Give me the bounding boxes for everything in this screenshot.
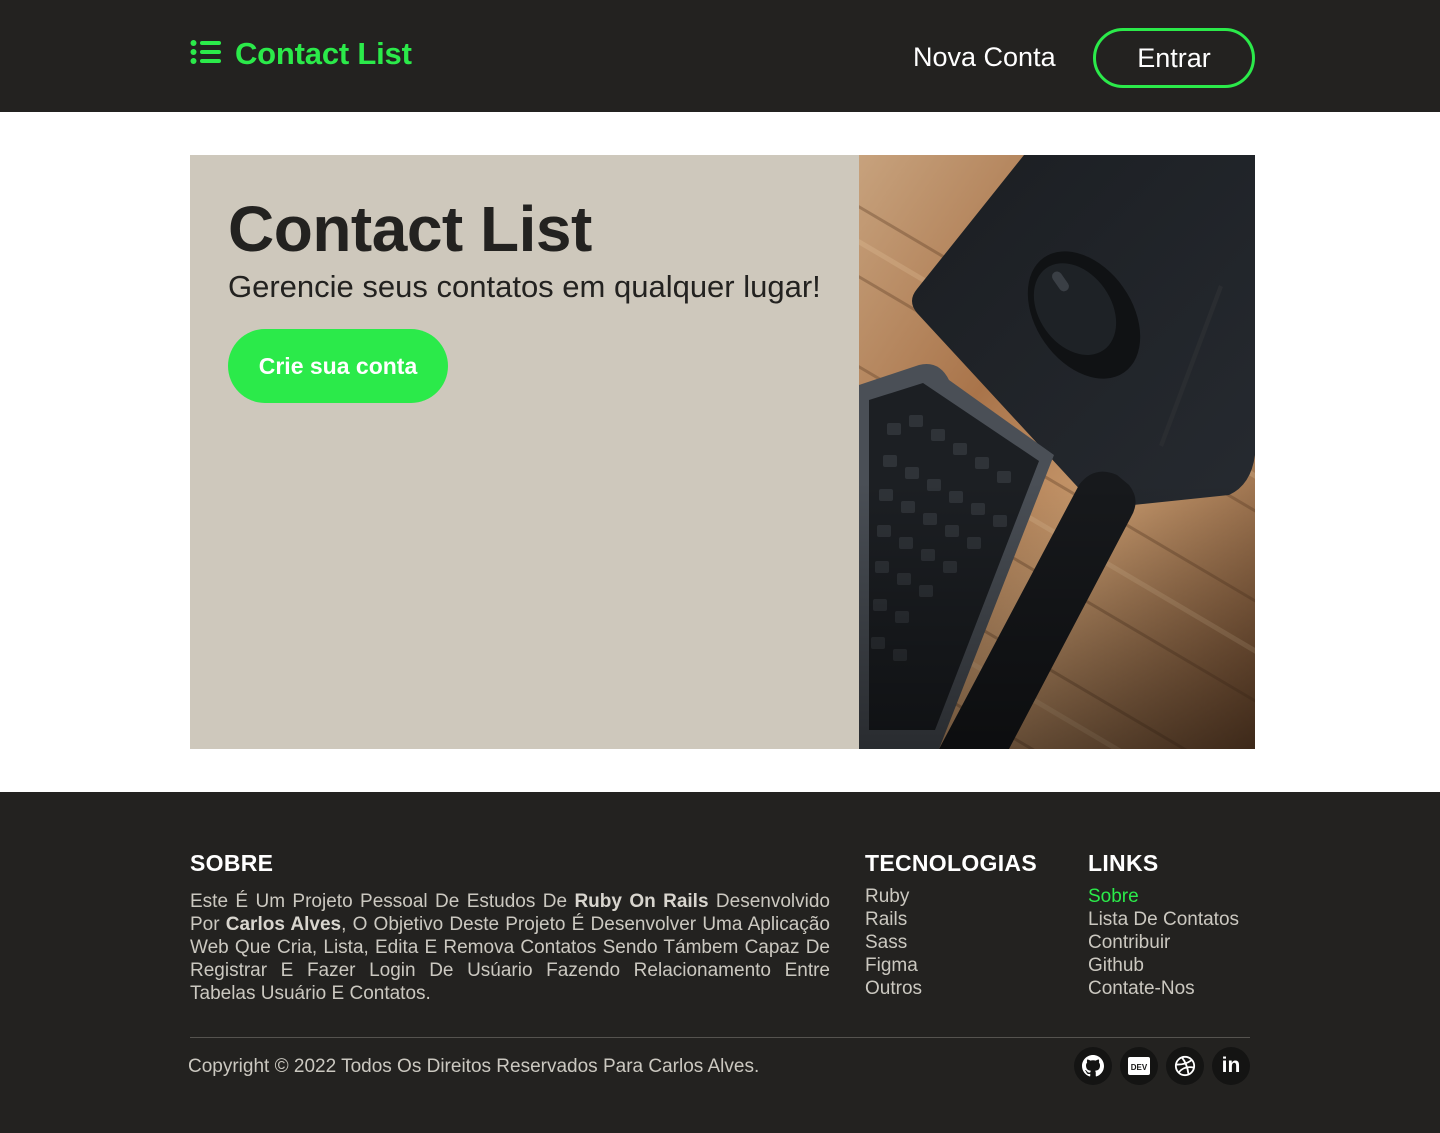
about-bold-tech: Ruby On Rails [574, 891, 709, 912]
footer-divider [190, 1037, 1250, 1038]
linkedin-icon[interactable]: in [1212, 1047, 1250, 1085]
tech-item-sass[interactable]: Sass [865, 931, 922, 954]
tech-item-rails[interactable]: Rails [865, 908, 922, 931]
brand-name: Contact List [235, 36, 412, 71]
links-heading: LINKS [1088, 850, 1159, 876]
link-lista-contatos[interactable]: Lista De Contatos [1088, 908, 1239, 931]
links-list: Sobre Lista De Contatos Contribuir Githu… [1088, 885, 1239, 1000]
about-bold-author: Carlos Alves [225, 914, 342, 935]
login-button[interactable]: Entrar [1093, 28, 1255, 88]
linkedin-text: in [1221, 1054, 1241, 1077]
about-text: Este É Um Projeto Pessoal De Estudos De … [190, 890, 830, 1005]
list-icon [190, 39, 221, 70]
hero-subtitle: Gerencie seus contatos em qualquer lugar… [228, 269, 821, 304]
link-contribuir[interactable]: Contribuir [1088, 931, 1239, 954]
link-github[interactable]: Github [1088, 954, 1239, 977]
top-navbar: Contact List Nova Conta Entrar [0, 0, 1440, 112]
tech-item-figma[interactable]: Figma [865, 954, 922, 977]
tech-list: Ruby Rails Sass Figma Outros [865, 885, 922, 1000]
new-account-link[interactable]: Nova Conta [913, 38, 1056, 76]
link-sobre[interactable]: Sobre [1088, 885, 1239, 908]
brand-logo-link[interactable]: Contact List [190, 36, 412, 72]
site-footer: SOBRE Este É Um Projeto Pessoal De Estud… [0, 792, 1440, 1133]
dev-icon[interactable]: DEV [1120, 1047, 1158, 1085]
dev-badge-text: DEV [1131, 1063, 1148, 1072]
about-heading: SOBRE [190, 850, 274, 876]
create-account-button[interactable]: Crie sua conta [228, 329, 448, 403]
desk-photo [859, 155, 1255, 749]
tech-item-ruby[interactable]: Ruby [865, 885, 922, 908]
github-icon[interactable] [1074, 1047, 1112, 1085]
hero-banner: Contact List Gerencie seus contatos em q… [190, 155, 1255, 749]
about-text-part: Este É Um Projeto Pessoal De Estudos De [190, 891, 575, 912]
tech-item-outros[interactable]: Outros [865, 977, 922, 1000]
tech-heading: TECNOLOGIAS [865, 850, 1037, 876]
hero-title: Contact List [228, 193, 592, 265]
dribbble-icon[interactable] [1166, 1047, 1204, 1085]
social-links: DEV in [1074, 1047, 1250, 1085]
copyright-text: Copyright © 2022 Todos Os Direitos Reser… [188, 1056, 760, 1077]
link-contate-nos[interactable]: Contate-Nos [1088, 977, 1239, 1000]
